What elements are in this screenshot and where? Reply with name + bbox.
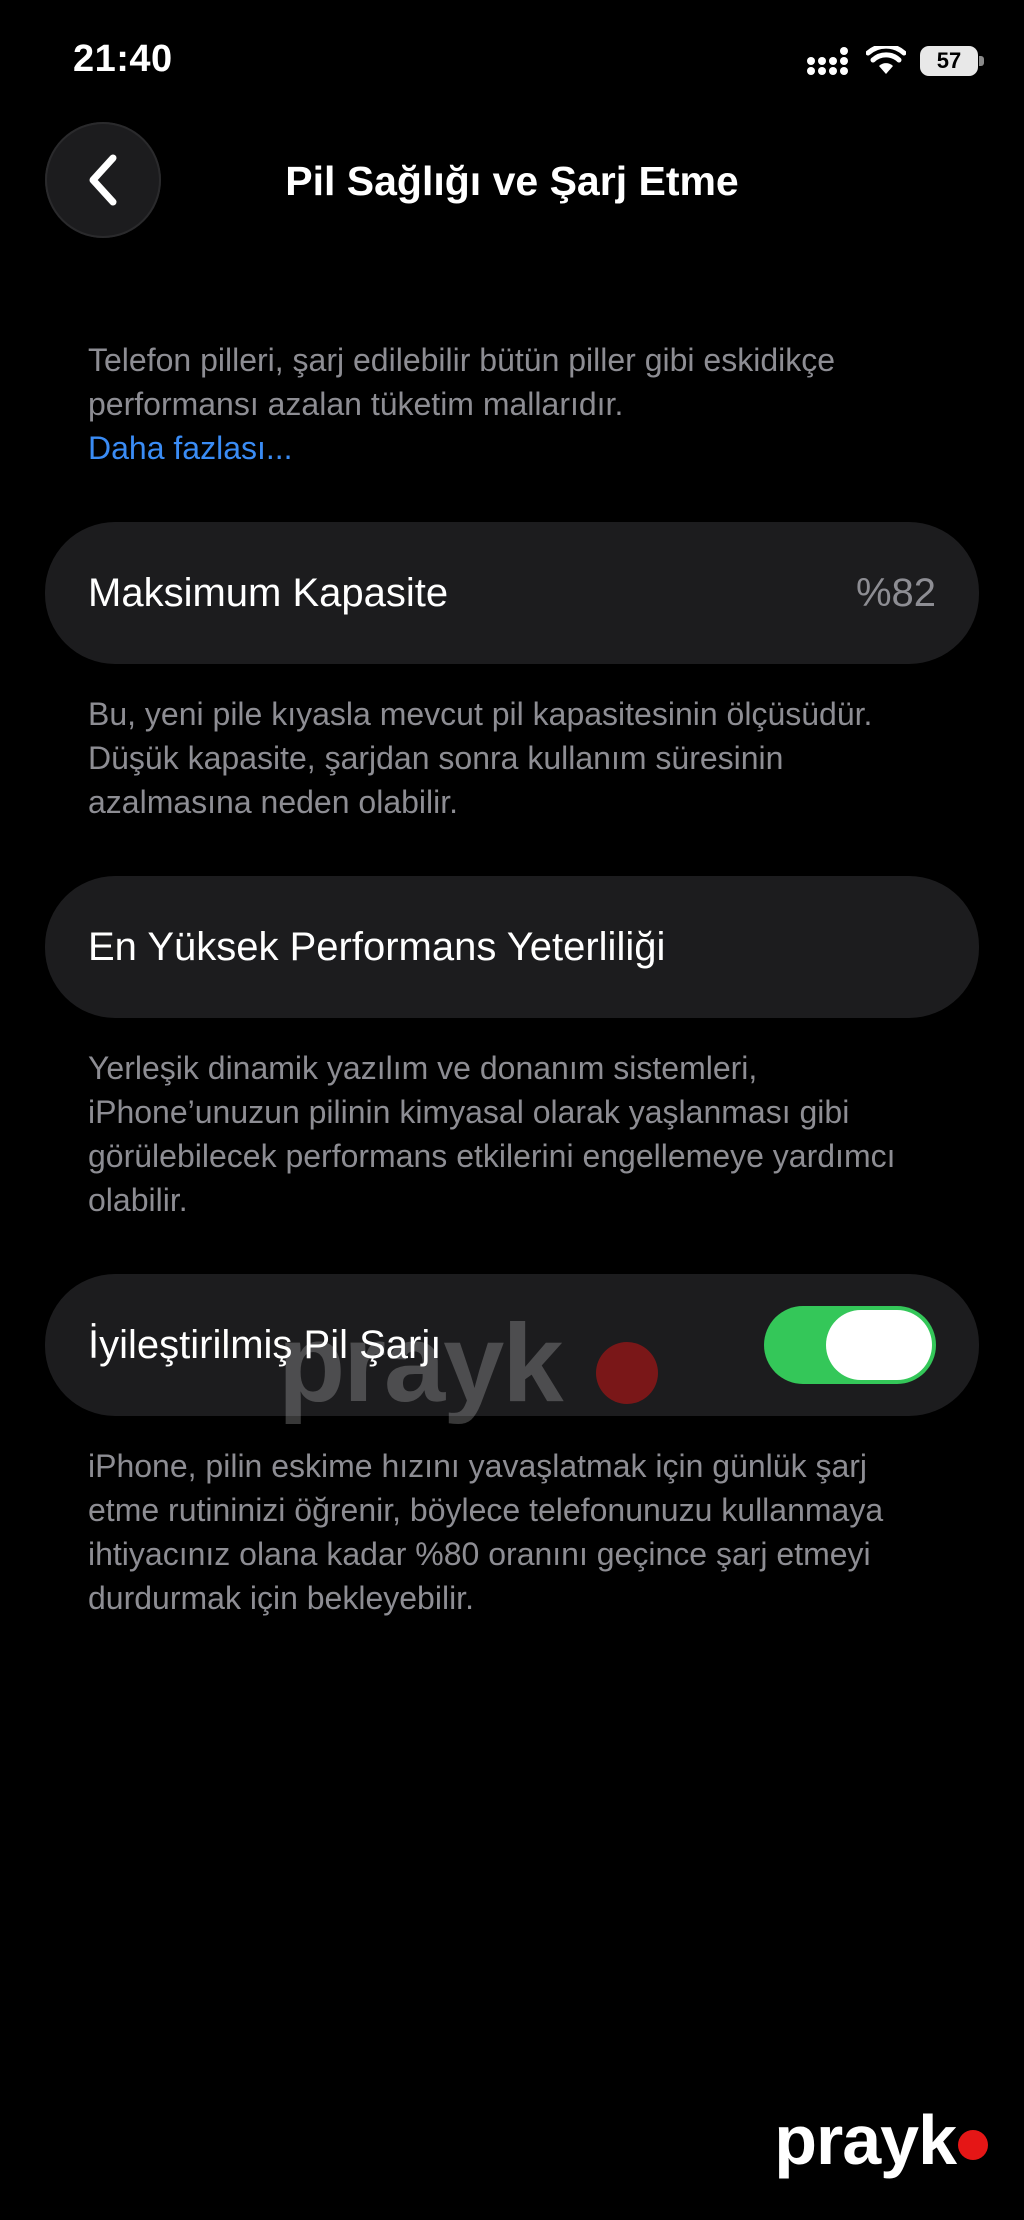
max-capacity-footer: Bu, yeni pile kıyasla mevcut pil kapasit…: [88, 696, 873, 820]
peak-performance-label: En Yüksek Performans Yeterliliği: [88, 924, 666, 969]
optimized-charging-footer: iPhone, pilin eskime hızını yavaşlatmak …: [88, 1448, 884, 1616]
intro-text: Telefon pilleri, şarj edilebilir bütün p…: [88, 342, 836, 422]
watermark-dot: [596, 1342, 658, 1404]
max-capacity-row: Maksimum Kapasite %82: [45, 522, 979, 664]
wifi-icon: [866, 46, 906, 74]
settings-content: Telefon pilleri, şarj edilebilir bütün p…: [45, 338, 979, 1620]
toggle-knob: [826, 1310, 932, 1380]
optimized-charging-toggle[interactable]: [764, 1306, 936, 1384]
nav-bar: Pil Sağlığı ve Şarj Etme: [0, 120, 1024, 240]
cellular-signal-icon: [807, 47, 848, 75]
learn-more-link[interactable]: Daha fazlası...: [88, 426, 936, 470]
status-time: 21:40: [73, 38, 173, 80]
page-title: Pil Sağlığı ve Şarj Etme: [285, 158, 739, 204]
watermark-center: prayk: [278, 1302, 564, 1425]
max-capacity-value: %82: [855, 570, 936, 615]
battery-level: 57: [936, 48, 962, 73]
brand-logo-text: prayk: [774, 2101, 957, 2179]
brand-logo: prayk: [774, 2100, 988, 2180]
status-bar: 21:40 57: [0, 0, 1024, 120]
battery-icon: 57: [920, 46, 984, 76]
intro-description: Telefon pilleri, şarj edilebilir bütün p…: [45, 338, 979, 470]
brand-logo-dot: [958, 2130, 988, 2160]
status-icons: 57: [806, 46, 984, 76]
max-capacity-label: Maksimum Kapasite: [88, 570, 449, 615]
peak-performance-footer: Yerleşik dinamik yazılım ve donanım sist…: [88, 1050, 896, 1218]
peak-performance-row: En Yüksek Performans Yeterliliği: [45, 876, 979, 1018]
